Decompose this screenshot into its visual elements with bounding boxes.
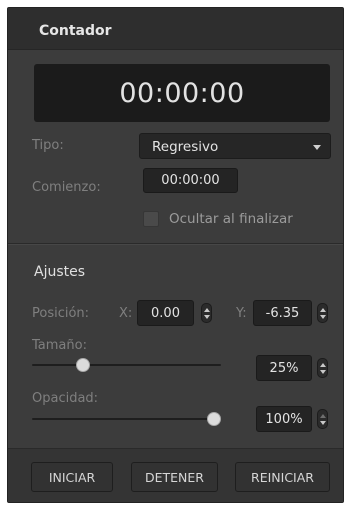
- stepper-down-icon: [320, 315, 326, 319]
- chevron-down-icon: [313, 145, 321, 150]
- type-select-value: Regresivo: [152, 139, 219, 155]
- position-x-field[interactable]: 0.00: [137, 300, 194, 326]
- size-label: Tamaño:: [32, 338, 87, 353]
- stepper-up-icon: [204, 308, 210, 312]
- start-button[interactable]: INICIAR: [31, 462, 113, 492]
- stepper-down-icon: [320, 370, 326, 374]
- position-y-label: Y:: [236, 306, 247, 321]
- panel-title: Contador: [39, 23, 112, 39]
- stepper-up-icon: [320, 363, 326, 367]
- stop-button[interactable]: DETENER: [131, 462, 218, 492]
- position-y-stepper[interactable]: [317, 303, 328, 323]
- hide-on-finish-checkbox[interactable]: [143, 211, 159, 227]
- type-select[interactable]: Regresivo: [139, 133, 331, 159]
- settings-title: Ajustes: [34, 264, 86, 280]
- section-divider-highlight: [8, 244, 343, 245]
- size-stepper[interactable]: [317, 358, 328, 378]
- position-label: Posición:: [32, 306, 90, 321]
- start-time-field[interactable]: 00:00:00: [143, 168, 238, 193]
- size-field[interactable]: 25%: [256, 355, 312, 381]
- stepper-up-icon: [320, 308, 326, 312]
- panel-header: Contador: [8, 8, 343, 50]
- stepper-down-icon: [204, 315, 210, 319]
- stepper-down-icon: [320, 421, 326, 425]
- timer-display: 00:00:00: [34, 64, 330, 122]
- size-slider-track[interactable]: [32, 364, 221, 366]
- opacity-slider-track[interactable]: [32, 418, 221, 420]
- reset-button[interactable]: REINICIAR: [235, 462, 330, 492]
- hide-on-finish-label: Ocultar al finalizar: [169, 211, 293, 227]
- stepper-up-icon: [320, 414, 326, 418]
- position-x-label: X:: [119, 306, 133, 321]
- position-y-field[interactable]: -6.35: [253, 300, 312, 326]
- start-label: Comienzo:: [32, 180, 101, 195]
- opacity-stepper[interactable]: [317, 409, 328, 429]
- opacity-label: Opacidad:: [32, 391, 99, 406]
- opacity-field[interactable]: 100%: [256, 406, 312, 432]
- size-slider-thumb[interactable]: [75, 358, 90, 372]
- opacity-slider-thumb[interactable]: [207, 412, 221, 426]
- type-label: Tipo:: [32, 138, 64, 153]
- position-x-stepper[interactable]: [201, 303, 212, 323]
- counter-panel: Contador 00:00:00 Tipo: Regresivo Comien…: [7, 7, 344, 503]
